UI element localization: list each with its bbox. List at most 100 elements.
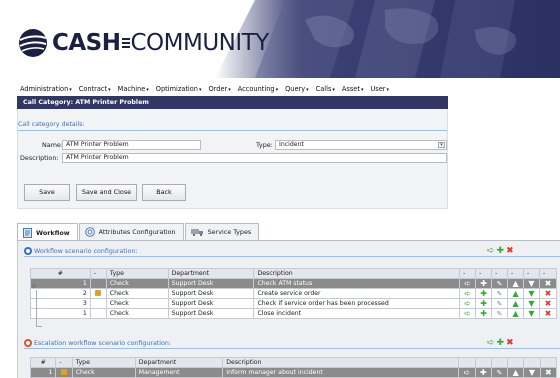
back-button[interactable]: Back	[142, 184, 186, 201]
move-up-icon[interactable]: ▲	[507, 298, 525, 309]
section-divider	[24, 348, 560, 349]
page-title: Call Category: ATM Printer Problem	[17, 96, 448, 109]
menu-contract[interactable]: Contract▾	[79, 85, 111, 93]
save-button[interactable]: Save	[24, 184, 70, 201]
delete-icon[interactable]: ✖	[538, 278, 558, 289]
edit-icon[interactable]: ✎	[491, 288, 509, 299]
caret-down-icon: ▾	[332, 87, 335, 93]
row-department: Management	[134, 367, 224, 378]
chevron-down-icon[interactable]: ▾	[438, 142, 445, 148]
menu-order[interactable]: Order▾	[208, 85, 230, 93]
move-down-icon[interactable]: ▼	[523, 308, 540, 319]
column-header[interactable]: Description	[222, 357, 460, 368]
move-down-icon[interactable]: ▼	[523, 367, 541, 378]
row-type: Check	[105, 278, 169, 289]
menu-machine[interactable]: Machine▾	[118, 85, 149, 93]
tab-workflow[interactable]: Workflow	[17, 223, 78, 241]
delete-icon[interactable]: ✖	[539, 367, 558, 378]
arrow-right-icon[interactable]: ➪	[459, 288, 477, 299]
add-icon[interactable]: ✚	[475, 298, 493, 309]
move-down-icon[interactable]: ▼	[523, 298, 540, 309]
column-header: -	[459, 268, 477, 279]
arrow-right-icon[interactable]: ➪	[459, 278, 477, 289]
menu-accounting[interactable]: Accounting▾	[238, 85, 278, 93]
escalation-section-label: Escalation workflow scenario configurati…	[34, 339, 172, 347]
add-icon[interactable]: ✚	[475, 278, 493, 289]
column-header[interactable]: Department	[167, 268, 255, 279]
edit-icon[interactable]: ✎	[491, 308, 509, 319]
truck-icon	[190, 229, 203, 236]
add-icon[interactable]: ✚	[497, 246, 505, 256]
delete-icon[interactable]: ✖	[538, 288, 558, 299]
move-down-icon[interactable]: ▼	[523, 278, 540, 289]
column-header[interactable]: -	[89, 268, 107, 279]
tree-connector	[36, 290, 37, 326]
caret-down-icon: ▾	[228, 87, 231, 93]
delete-icon[interactable]: ✖	[506, 246, 514, 256]
add-icon[interactable]: ✚	[497, 338, 505, 348]
delete-icon[interactable]: ✖	[506, 338, 514, 348]
type-select-value: Incident	[279, 141, 304, 148]
menu-administration[interactable]: Administration▾	[20, 85, 72, 93]
add-icon[interactable]: ✚	[475, 288, 493, 299]
menu-user[interactable]: User▾	[370, 85, 389, 93]
type-select[interactable]: Incident ▾	[275, 140, 447, 150]
edit-icon[interactable]: ✎	[490, 367, 509, 378]
save-and-close-button[interactable]: Save and Close	[76, 184, 137, 201]
table-row[interactable]: 2 Check Support Desk Create service orde…	[30, 288, 558, 299]
name-input[interactable]: ATM Printer Problem	[62, 140, 201, 150]
caret-down-icon: ▾	[275, 87, 279, 93]
menu-calls[interactable]: Calls▾	[316, 85, 335, 93]
description-label: Description:	[20, 154, 59, 162]
logo-cash-text: CASH	[52, 30, 121, 56]
column-header[interactable]: -	[55, 357, 73, 368]
menu-optimization[interactable]: Optimization▾	[156, 85, 202, 93]
arrow-right-icon[interactable]: ➪	[459, 298, 477, 309]
add-icon[interactable]: ✚	[475, 308, 493, 319]
table-row[interactable]: 1 Check Support Desk Close incident ➪ ✚ …	[30, 308, 558, 319]
tab-attributes-configuration[interactable]: Attributes Configuration	[78, 223, 184, 240]
table-row[interactable]: 1 Check Support Desk Check ATM status ➪ …	[30, 278, 558, 289]
edit-icon[interactable]: ✎	[491, 298, 509, 309]
table-row[interactable]: 1 Check Management Inform manager about …	[29, 367, 558, 378]
lock-cell	[89, 298, 107, 309]
row-number: 1	[30, 278, 91, 289]
refresh-icon[interactable]	[24, 339, 32, 347]
description-input[interactable]: ATM Printer Problem	[62, 153, 447, 163]
column-header[interactable]: Department	[134, 357, 224, 368]
delete-icon[interactable]: ✖	[538, 298, 558, 309]
lock-cell	[89, 288, 107, 299]
caret-down-icon: ▾	[198, 87, 202, 93]
column-header[interactable]: Type	[105, 268, 169, 279]
move-up-icon[interactable]: ▲	[507, 367, 525, 378]
arrow-right-icon[interactable]: ➪	[487, 246, 495, 256]
tree-expand-icon[interactable]: ⊕	[31, 282, 37, 290]
move-up-icon[interactable]: ▲	[507, 278, 525, 289]
column-header: -	[475, 268, 493, 279]
row-number: 1	[29, 367, 57, 378]
column-header[interactable]: Type	[71, 357, 136, 368]
arrow-right-icon[interactable]: ➪	[459, 308, 477, 319]
edit-icon[interactable]: ✎	[491, 278, 509, 289]
menu-asset[interactable]: Asset▾	[342, 85, 364, 93]
menu-query[interactable]: Query▾	[285, 85, 309, 93]
refresh-icon[interactable]	[24, 247, 32, 255]
arrow-right-icon[interactable]: ➪	[458, 367, 476, 378]
logo-separator-icon	[121, 34, 130, 52]
column-header	[490, 357, 509, 368]
column-header[interactable]: #	[30, 268, 91, 279]
row-type: Check	[105, 308, 169, 319]
move-up-icon[interactable]: ▲	[507, 288, 525, 299]
delete-icon[interactable]: ✖	[538, 308, 558, 319]
row-department: Support Desk	[167, 288, 255, 299]
escalation-header-actions: ➪ ✚ ✖	[487, 338, 514, 348]
column-header[interactable]: #	[29, 357, 57, 368]
table-row[interactable]: 3 Check Support Desk Check if service or…	[30, 298, 558, 309]
tab-service-types[interactable]: Service Types	[184, 223, 260, 240]
move-up-icon[interactable]: ▲	[507, 308, 525, 319]
move-down-icon[interactable]: ▼	[523, 288, 540, 299]
column-header[interactable]: Description	[253, 268, 461, 279]
arrow-right-icon[interactable]: ➪	[487, 338, 495, 348]
section-divider	[24, 256, 560, 257]
add-icon[interactable]: ✚	[474, 367, 492, 378]
